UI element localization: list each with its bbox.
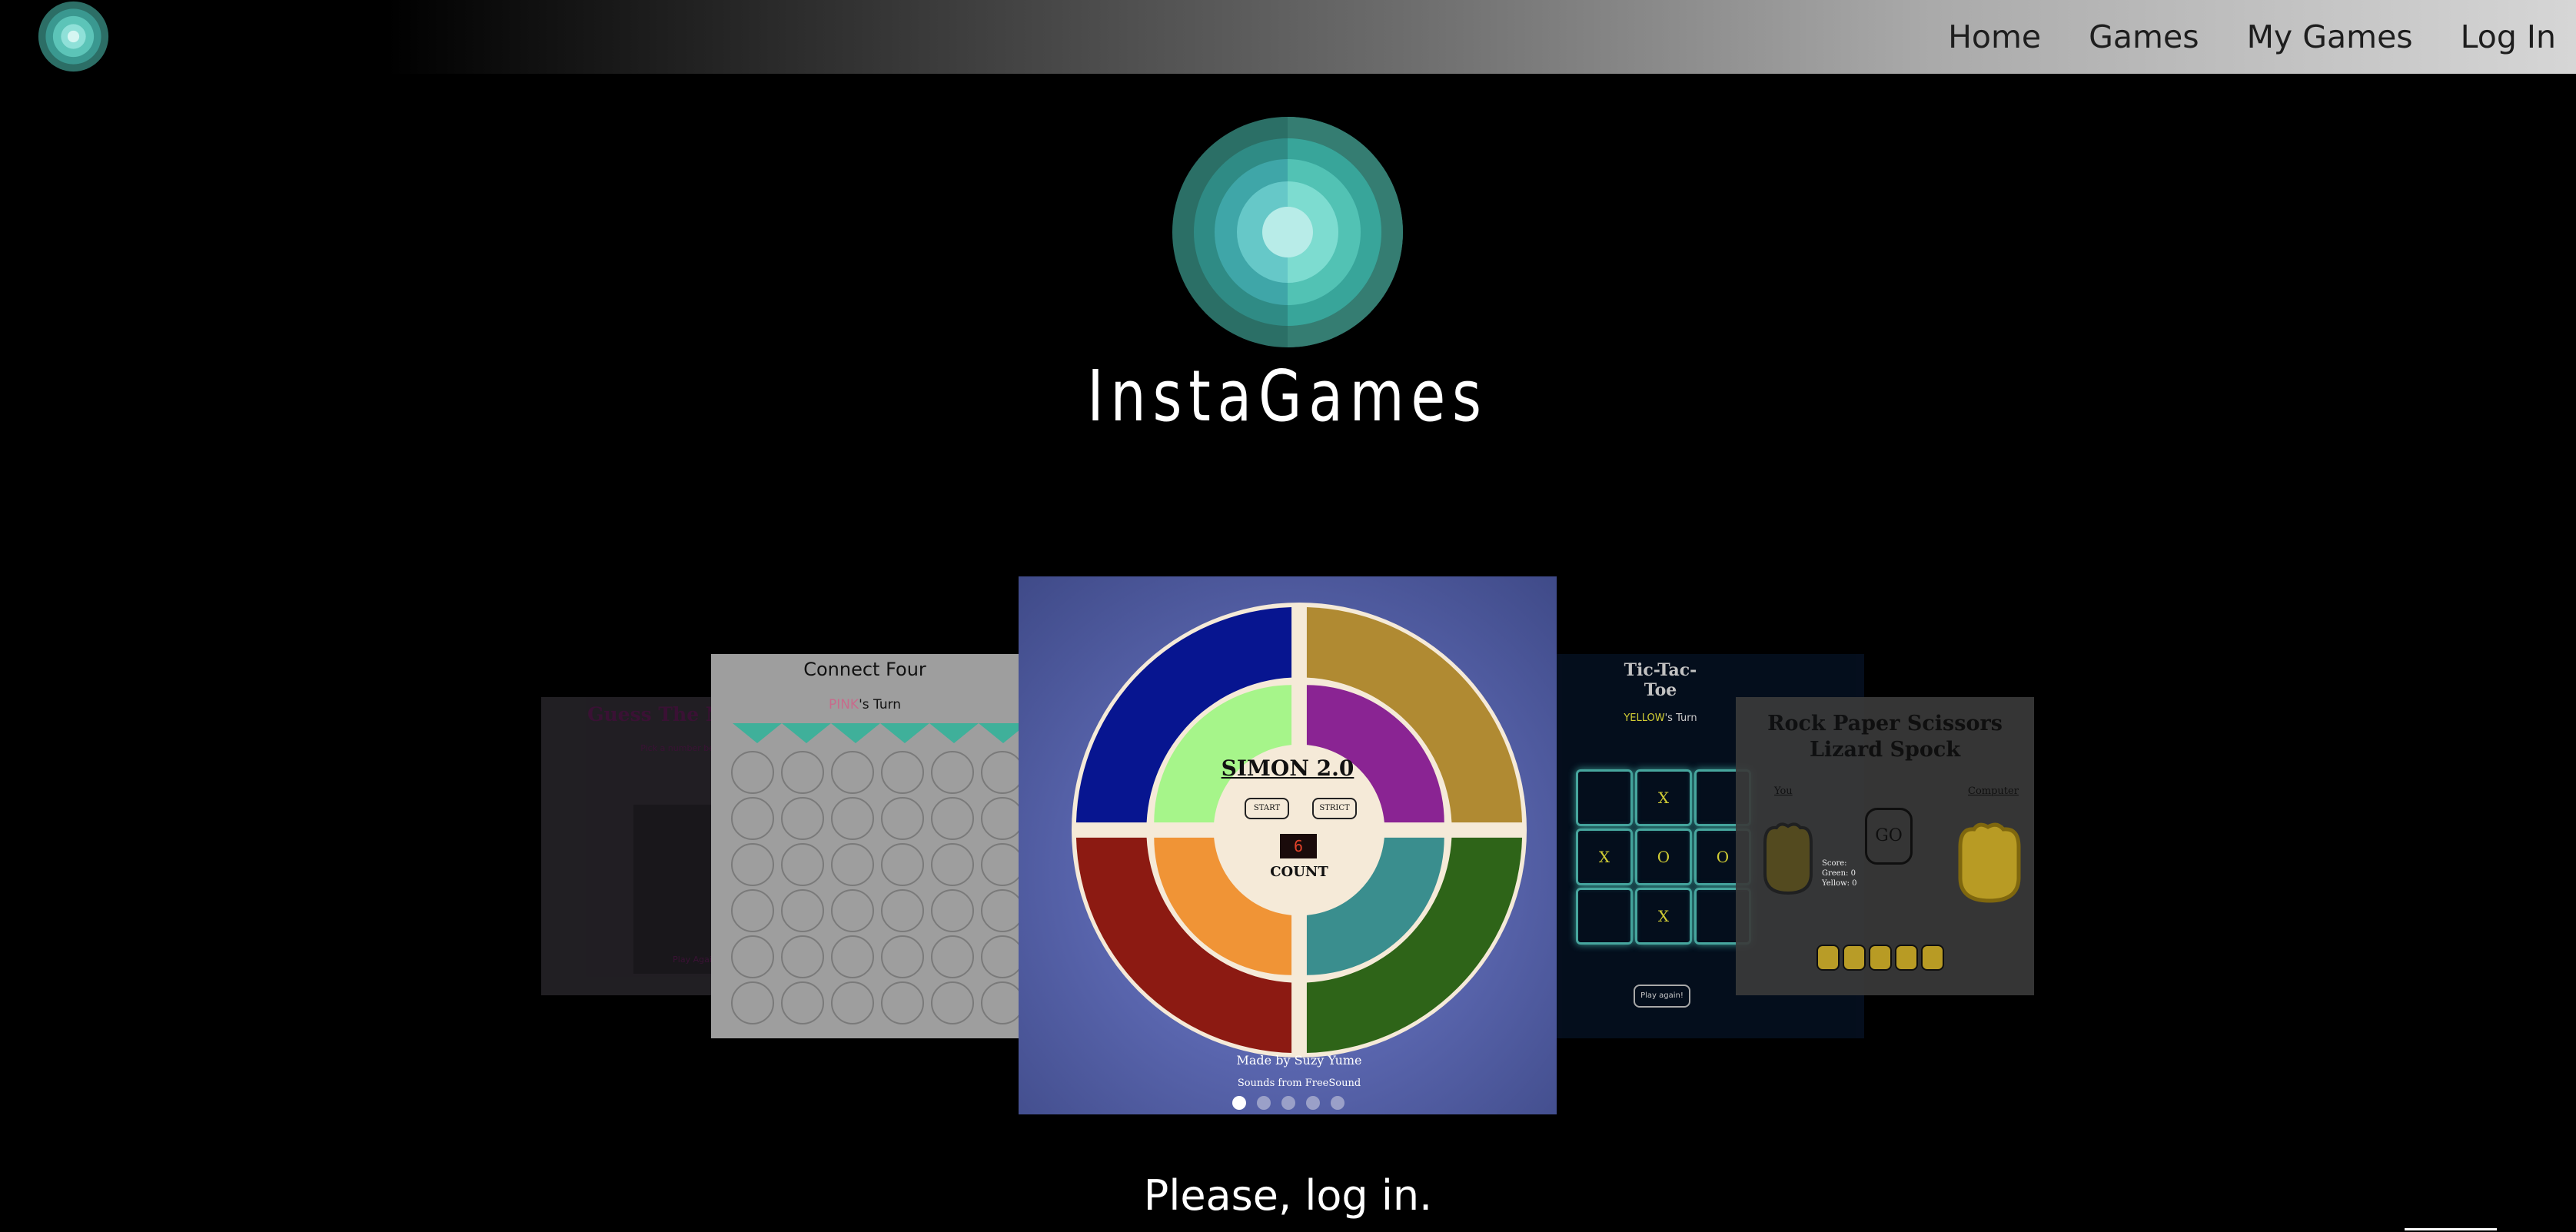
connect-four-title: Connect Four [803, 659, 926, 680]
slide-rpsls[interactable]: Rock Paper Scissors Lizard Spock You Comp… [1736, 697, 2034, 995]
rps-options [1816, 945, 1944, 971]
connect-four-slot[interactable] [931, 751, 974, 794]
games-carousel: Guess The Number Pick a number between P… [0, 0, 2576, 1232]
simon-count-label: COUNT [1270, 864, 1328, 880]
ttt-cell[interactable] [1576, 888, 1633, 945]
connect-four-slot[interactable] [881, 843, 924, 886]
simon-strict-button[interactable]: STRICT [1312, 798, 1357, 819]
connect-four-slot[interactable] [881, 889, 924, 932]
rps-you-label: You [1774, 785, 1793, 797]
rps-computer-label: Computer [1968, 785, 2019, 797]
rps-title-line1: Rock Paper Scissors [1767, 712, 2003, 736]
simon-credit: Made by Suzy Yume [1236, 1053, 1362, 1068]
connect-four-slot[interactable] [931, 843, 974, 886]
fist-icon [1958, 822, 2021, 903]
ttt-turn-suffix: 's Turn [1664, 712, 1697, 724]
simon-title: SIMON 2.0 [1221, 755, 1354, 781]
ttt-turn-player: YELLOW [1624, 712, 1665, 724]
connect-four-slot[interactable] [731, 751, 774, 794]
rps-title: Rock Paper Scissors Lizard Spock [1736, 711, 2034, 763]
connect-four-slot[interactable] [981, 889, 1019, 932]
drop-arrow-icon [929, 723, 979, 743]
carousel-dots [1232, 1096, 1345, 1110]
connect-four-slot[interactable] [931, 889, 974, 932]
carousel-dot[interactable] [1331, 1096, 1345, 1110]
connect-four-slot[interactable] [981, 981, 1019, 1024]
connect-four-slot[interactable] [881, 797, 924, 840]
drop-arrow-icon [782, 723, 831, 743]
rps-yellow-score: Yellow: 0 [1822, 879, 1857, 888]
connect-four-slot[interactable] [781, 889, 824, 932]
scissors-option-icon[interactable] [1869, 945, 1892, 971]
simon-board [1071, 602, 1527, 1058]
bottom-right-divider [2405, 1228, 2497, 1230]
connect-four-slot[interactable] [831, 797, 874, 840]
rps-title-line2: Lizard Spock [1809, 738, 1961, 762]
drop-arrow-icon [733, 723, 782, 743]
slide-connect-four[interactable]: Connect Four PINK's Turn [711, 654, 1019, 1038]
connect-four-slot[interactable] [731, 935, 774, 978]
ttt-cell[interactable]: O [1635, 829, 1692, 885]
connect-four-slot[interactable] [831, 981, 874, 1024]
connect-four-turn: PINK's Turn [711, 697, 1019, 712]
connect-four-slot[interactable] [781, 797, 824, 840]
connect-four-slot[interactable] [931, 797, 974, 840]
connect-four-slot[interactable] [881, 935, 924, 978]
rps-green-score: Green: 0 [1822, 869, 1856, 878]
simon-sounds-credit: Sounds from FreeSound [1237, 1078, 1361, 1089]
connect-four-slot[interactable] [881, 981, 924, 1024]
connect-four-slot[interactable] [731, 981, 774, 1024]
connect-four-slot[interactable] [981, 797, 1019, 840]
connect-four-slot[interactable] [981, 935, 1019, 978]
ttt-cell[interactable]: X [1635, 888, 1692, 945]
rps-score-label: Score: [1822, 859, 1847, 868]
connect-four-slot[interactable] [881, 751, 924, 794]
drop-arrow-icon [831, 723, 880, 743]
connect-four-slot[interactable] [781, 981, 824, 1024]
login-message: Please, log in. [1143, 1171, 1433, 1220]
rock-option-icon[interactable] [1816, 945, 1840, 971]
drop-arrow-icon [880, 723, 929, 743]
drop-arrow-icon [979, 723, 1019, 743]
ttt-cell[interactable] [1576, 769, 1633, 826]
connect-four-slot[interactable] [981, 843, 1019, 886]
ttt-title: Tic-Tac-Toe [1624, 660, 1697, 700]
ttt-cell[interactable]: X [1576, 829, 1633, 885]
connect-four-slot[interactable] [781, 843, 824, 886]
connect-four-slot[interactable] [781, 935, 824, 978]
rps-go-button[interactable]: GO [1865, 808, 1913, 865]
spock-option-icon[interactable] [1921, 945, 1944, 971]
ttt-cell[interactable]: X [1635, 769, 1692, 826]
connect-four-slot[interactable] [781, 751, 824, 794]
connect-four-slot[interactable] [831, 935, 874, 978]
connect-four-slot[interactable] [731, 843, 774, 886]
connect-four-slot[interactable] [831, 843, 874, 886]
simon-count-display: 6 [1280, 834, 1317, 858]
connect-four-slot[interactable] [831, 751, 874, 794]
carousel-dot[interactable] [1257, 1096, 1271, 1110]
slide-simon[interactable]: SIMON 2.0 START STRICT 6 COUNT Made by S… [1019, 576, 1557, 1114]
connect-four-drop-arrows [733, 723, 1019, 743]
connect-four-board[interactable] [730, 749, 1019, 1034]
connect-four-turn-player: PINK [828, 697, 859, 712]
simon-start-button[interactable]: START [1245, 798, 1289, 819]
connect-four-turn-suffix: 's Turn [859, 697, 902, 712]
carousel-dot[interactable] [1281, 1096, 1295, 1110]
connect-four-slot[interactable] [731, 797, 774, 840]
lizard-option-icon[interactable] [1895, 945, 1918, 971]
connect-four-slot[interactable] [931, 981, 974, 1024]
ttt-turn: YELLOW's Turn [1614, 712, 1707, 724]
carousel-dot[interactable] [1306, 1096, 1320, 1110]
paper-option-icon[interactable] [1843, 945, 1866, 971]
fist-icon [1763, 822, 1813, 895]
connect-four-slot[interactable] [731, 889, 774, 932]
ttt-play-again-button[interactable]: Play again! [1634, 985, 1690, 1008]
connect-four-slot[interactable] [831, 889, 874, 932]
connect-four-slot[interactable] [981, 751, 1019, 794]
carousel-dot[interactable] [1232, 1096, 1246, 1110]
connect-four-slot[interactable] [931, 935, 974, 978]
rps-score: Score: Green: 0 Yellow: 0 [1822, 858, 1857, 888]
